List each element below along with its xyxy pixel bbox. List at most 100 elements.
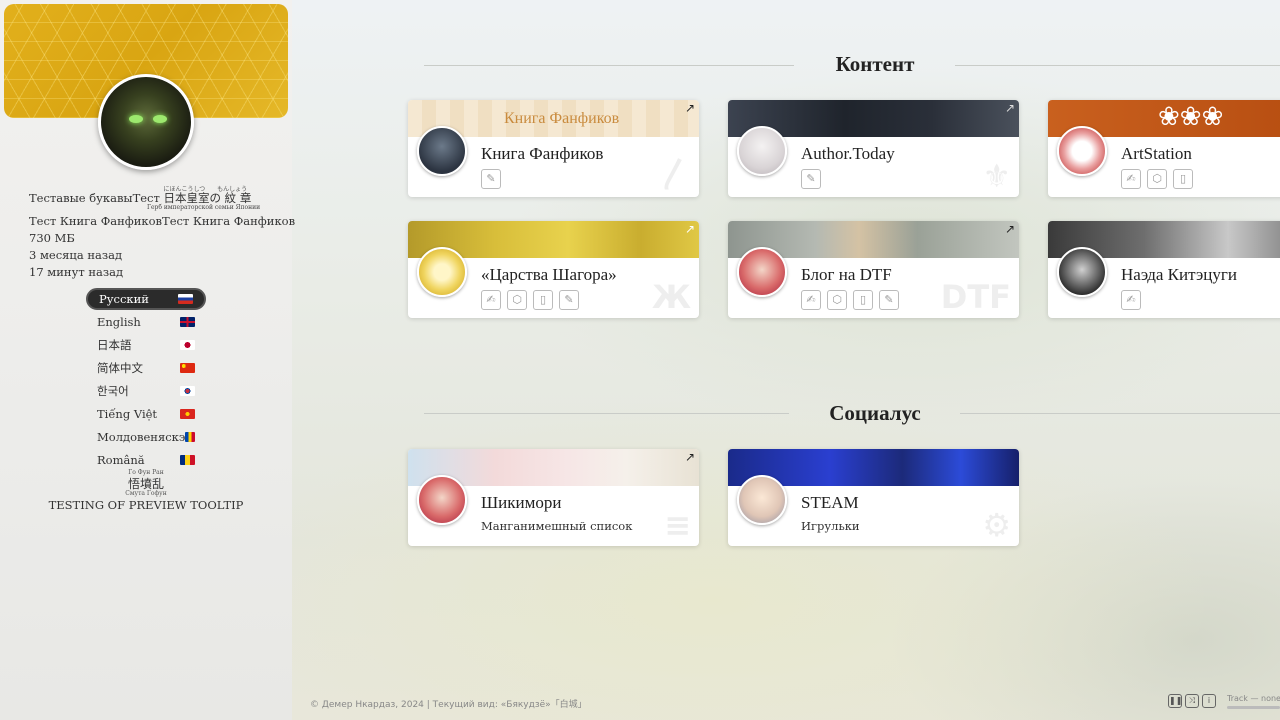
info-kanji-sub-row: Герб императорской семьи Японии <box>147 205 413 213</box>
content-section-title: Контент <box>835 52 915 76</box>
book-icon: ▯ <box>853 290 873 310</box>
paulownia-crest-icon: ❀❀❀ <box>1158 102 1224 132</box>
lang-label: 日本語 <box>97 338 132 352</box>
card-icons: ✎ <box>801 169 821 189</box>
drawing-icon: ✍ <box>801 290 821 310</box>
track-label: Track — none <box>1227 694 1280 703</box>
card-shagor[interactable]: ↗ «Царства Шагора» ✍ ⬡ ▯ ✎ Ж <box>408 221 699 318</box>
card-fanfics[interactable]: Книга Фанфиков ↗ Книга Фанфиков ✎ 〳 <box>408 100 699 197</box>
card-title: «Царства Шагора» <box>481 265 617 284</box>
info-icon[interactable]: i <box>1202 694 1216 708</box>
section-divider <box>424 65 794 66</box>
info-test-prefix: Теставые букавыТест <box>29 191 160 205</box>
card-title: Наэда Китэцуги <box>1121 265 1237 284</box>
card-icons: ✍ ⬡ ▯ ✎ <box>481 290 579 310</box>
card-avatar <box>417 475 467 525</box>
card-avatar <box>737 126 787 176</box>
flag-cn-icon <box>180 363 195 373</box>
lang-moldovan[interactable]: Молдовеняскэ <box>86 426 206 448</box>
flag-ru-icon <box>178 294 193 304</box>
lang-korean[interactable]: 한국어 <box>86 380 206 402</box>
card-avatar <box>1057 247 1107 297</box>
avatar-eye <box>129 115 143 123</box>
card-avatar <box>417 247 467 297</box>
feather-watermark-icon: 〳 <box>658 155 691 193</box>
logo-watermark-icon: Ж <box>651 278 691 316</box>
cube-icon: ⬡ <box>507 290 527 310</box>
book-icon: ▯ <box>533 290 553 310</box>
flag-md-icon <box>185 432 195 442</box>
card-artstation[interactable]: ❀❀❀ ArtStation ✍ ⬡ ▯ <box>1048 100 1280 197</box>
pen-icon: ✎ <box>559 290 579 310</box>
lang-vietnamese[interactable]: Tiếng Việt <box>86 403 206 425</box>
info-months: 3 месяца назад <box>29 248 123 262</box>
profile-info: Теставые букавыТест にほんこうしつ もんしょう 日本皇室の … <box>29 186 296 281</box>
lang-label: Română <box>97 453 145 467</box>
shuffle-icon[interactable]: ⤨ <box>1185 694 1199 708</box>
lang-russian[interactable]: Русский <box>86 288 206 310</box>
drawing-icon: ✍ <box>1121 169 1141 189</box>
card-steam[interactable]: STEAM Игрульки ⚙ <box>728 449 1019 546</box>
card-title: Шикимори <box>481 493 562 512</box>
card-dtf[interactable]: ↗ Блог на DTF ✍ ⬡ ▯ ✎ DTF <box>728 221 1019 318</box>
card-title: Блог на DTF <box>801 265 892 284</box>
info-book-line: Тест Книга ФанфиковТест Книга Фанфиков <box>29 214 296 228</box>
book-icon: ▯ <box>1173 169 1193 189</box>
card-icons: ✎ <box>481 169 501 189</box>
track-progress-bar[interactable] <box>1227 706 1280 709</box>
card-icons: ✍ ⬡ ▯ <box>1121 169 1193 189</box>
flag-gb-icon <box>180 317 195 327</box>
extra-sub: Смута Гофун <box>125 490 167 497</box>
info-size: 730 МБ <box>29 231 75 245</box>
section-divider <box>424 413 789 414</box>
external-link-icon[interactable]: ↗ <box>1005 101 1015 115</box>
card-avatar <box>417 126 467 176</box>
flag-ro-icon <box>180 455 195 465</box>
card-naeda[interactable]: Наэда Китэцуги ✍ <box>1048 221 1280 318</box>
banner-label: Книга Фанфиков <box>504 110 620 127</box>
card-avatar <box>737 475 787 525</box>
flag-jp-icon <box>180 340 195 350</box>
card-icons: ✍ <box>1121 290 1141 310</box>
lang-label: Tiếng Việt <box>97 407 158 421</box>
card-author-today[interactable]: ↗ Author.Today ✎ ⚜ <box>728 100 1019 197</box>
external-link-icon[interactable]: ↗ <box>1005 222 1015 236</box>
pen-icon: ✎ <box>801 169 821 189</box>
kanji-sub: Герб императорской семьи Японии <box>147 204 261 211</box>
lang-label: Русский <box>99 292 149 306</box>
external-link-icon[interactable]: ↗ <box>685 450 695 464</box>
card-title: Author.Today <box>801 144 895 163</box>
card-avatar <box>1057 126 1107 176</box>
external-link-icon[interactable]: ↗ <box>685 101 695 115</box>
lang-label: Молдовеняскэ <box>97 430 186 444</box>
card-icons: ✍ ⬡ ▯ ✎ <box>801 290 899 310</box>
lang-romanian[interactable]: Română <box>86 449 206 471</box>
cube-icon: ⬡ <box>1147 169 1167 189</box>
drawing-icon: ✍ <box>481 290 501 310</box>
card-subtitle: Игрульки <box>801 519 860 533</box>
lang-japanese[interactable]: 日本語 <box>86 334 206 356</box>
social-section-title: Социалус <box>829 401 921 425</box>
lang-chinese[interactable]: 简体中文 <box>86 357 206 379</box>
card-title: Книга Фанфиков <box>481 144 604 163</box>
card-subtitle: Манганимешный список <box>481 519 633 533</box>
lang-label: 简体中文 <box>97 361 143 375</box>
avatar-eye <box>153 115 167 123</box>
external-link-icon[interactable]: ↗ <box>685 222 695 236</box>
pause-icon[interactable]: ❚❚ <box>1168 694 1182 708</box>
card-shikimori[interactable]: ↗ Шикимори Манганимешный список ≡ <box>408 449 699 546</box>
profile-avatar[interactable] <box>98 74 194 170</box>
pen-icon: ✎ <box>879 290 899 310</box>
tooltip-test-label[interactable]: TESTING OF PREVIEW TOOLTIP <box>0 498 292 512</box>
sidebar: Теставые букавыТест にほんこうしつ もんしょう 日本皇室の … <box>0 0 296 720</box>
card-title: STEAM <box>801 493 859 512</box>
music-player: ❚❚ ⤨ i <box>1168 694 1216 708</box>
lang-english[interactable]: English <box>86 311 206 333</box>
flag-vn-icon <box>180 409 195 419</box>
emblem-watermark-icon: ⚜ <box>982 157 1011 195</box>
flag-kr-icon <box>180 386 195 396</box>
logo-watermark-icon: ≡ <box>664 506 691 544</box>
dtf-watermark: DTF <box>940 278 1011 316</box>
cube-icon: ⬡ <box>827 290 847 310</box>
drawing-icon: ✍ <box>1121 290 1141 310</box>
